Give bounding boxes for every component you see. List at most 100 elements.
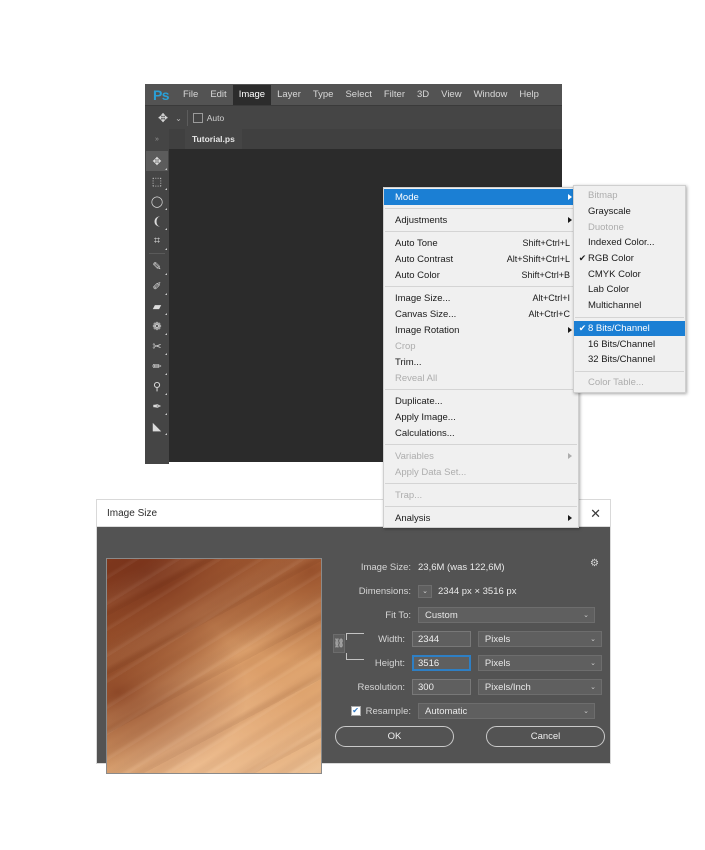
paintbrush-tool[interactable]: ✏ <box>146 356 168 376</box>
menu-item-label: Crop <box>395 340 416 352</box>
fit-to-value: Custom <box>425 609 458 621</box>
resolution-unit-select[interactable]: Pixels/Inch ⌄ <box>477 679 602 695</box>
height-unit-select[interactable]: Pixels ⌄ <box>477 655 602 671</box>
menu-item-mode[interactable]: Mode <box>384 189 578 205</box>
patch-tool-icon: ▰ <box>152 300 162 313</box>
menu-filter[interactable]: Filter <box>378 85 411 105</box>
dialog-body: Image Size: 23,6M (was 122,6M) ⚙ Dimensi… <box>97 527 610 774</box>
width-input[interactable]: 2344 <box>412 631 471 647</box>
menu-item-label: Auto Tone <box>395 237 438 249</box>
auto-select-checkbox[interactable] <box>192 113 203 123</box>
menu-separator <box>385 208 577 209</box>
mode-item-16-bits-channel[interactable]: 16 Bits/Channel <box>574 336 685 352</box>
chevron-right-icon <box>568 327 572 333</box>
cancel-button[interactable]: Cancel <box>486 726 605 747</box>
history-brush-tool[interactable]: ✒ <box>146 396 168 416</box>
brush-tool-group[interactable]: ❁ <box>146 316 168 336</box>
menu-item-trap: Trap... <box>384 487 578 503</box>
lasso-tool[interactable]: ◯ <box>146 191 168 211</box>
menu-item-apply-image[interactable]: Apply Image... <box>384 409 578 425</box>
dialog-buttons: OK Cancel <box>335 726 605 747</box>
menu-item-label: Trim... <box>395 356 422 368</box>
mode-item-indexed-color[interactable]: Indexed Color... <box>574 235 685 251</box>
spot-healing-brush-tool[interactable]: ✐ <box>146 276 168 296</box>
menu-item-trim[interactable]: Trim... <box>384 354 578 370</box>
menu-item-adjustments[interactable]: Adjustments <box>384 212 578 228</box>
menu-item-canvas-size[interactable]: Canvas Size... Alt+Ctrl+C <box>384 306 578 322</box>
fit-to-select[interactable]: Custom ⌄ <box>418 607 595 623</box>
width-unit-select[interactable]: Pixels ⌄ <box>477 631 602 647</box>
menu-item-auto-color[interactable]: Auto Color Shift+Ctrl+B <box>384 267 578 283</box>
panel-collapse-icon[interactable]: » <box>145 129 169 149</box>
menu-separator <box>385 483 577 484</box>
resample-value: Automatic <box>425 705 468 717</box>
shuffle-tool[interactable]: ✂ <box>146 336 168 356</box>
move-tool[interactable]: ✥ <box>146 151 168 171</box>
menu-edit[interactable]: Edit <box>204 85 232 105</box>
rectangular-marquee-tool[interactable]: ⬚ <box>146 171 168 191</box>
height-unit-value: Pixels <box>484 657 511 669</box>
mode-item-32-bits-channel[interactable]: 32 Bits/Channel <box>574 352 685 368</box>
menu-view[interactable]: View <box>435 85 467 105</box>
width-label: Width: <box>378 633 406 645</box>
menu-3d[interactable]: 3D <box>411 85 435 105</box>
menu-item-image-rotation[interactable]: Image Rotation <box>384 322 578 338</box>
dimensions-units-dropdown[interactable]: ⌄ <box>418 584 432 598</box>
menu-select[interactable]: Select <box>339 85 377 105</box>
check-icon: ✔ <box>578 322 587 333</box>
mode-item-cmyk-color[interactable]: CMYK Color <box>574 266 685 282</box>
clone-stamp-tool[interactable]: ⚲ <box>146 376 168 396</box>
eyedropper-tool-icon: ✎ <box>152 260 162 273</box>
close-icon[interactable]: ✕ <box>590 507 601 520</box>
crop-tool[interactable]: ⌗ <box>146 231 168 251</box>
image-size-dialog: Image Size ✕ Image Size: 23,6M (was 122,… <box>96 499 611 774</box>
mode-item-label: 32 Bits/Channel <box>588 354 656 366</box>
menu-type[interactable]: Type <box>307 85 340 105</box>
menu-image[interactable]: Image <box>232 84 272 105</box>
eyedropper-tool[interactable]: ✎ <box>146 256 168 276</box>
mode-item-8-bits-channel[interactable]: ✔ 8 Bits/Channel <box>574 320 685 337</box>
menu-item-auto-contrast[interactable]: Auto Contrast Alt+Shift+Ctrl+L <box>384 251 578 267</box>
menu-file[interactable]: File <box>177 85 204 105</box>
resolution-input[interactable]: 300 <box>412 679 471 695</box>
menu-item-apply-data-set: Apply Data Set... <box>384 464 578 480</box>
menu-item-calculations[interactable]: Calculations... <box>384 425 578 441</box>
quick-selection-tool[interactable]: ❨ <box>146 211 168 231</box>
menu-help[interactable]: Help <box>513 85 545 105</box>
menu-item-image-size[interactable]: Image Size... Alt+Ctrl+I <box>384 290 578 306</box>
menu-layer[interactable]: Layer <box>271 85 307 105</box>
resample-select[interactable]: Automatic ⌄ <box>418 703 595 719</box>
chevron-down-icon: ⌄ <box>590 636 596 643</box>
mode-separator <box>575 316 684 318</box>
mode-item-lab-color[interactable]: Lab Color <box>574 282 685 298</box>
eraser-tool[interactable]: ◣ <box>146 416 168 436</box>
menu-item-shortcut: Alt+Shift+Ctrl+L <box>506 254 570 264</box>
resample-checkbox[interactable]: ✔ <box>350 706 361 716</box>
mode-item-multichannel[interactable]: Multichannel <box>574 298 685 314</box>
menu-item-reveal-all: Reveal All <box>384 370 578 386</box>
image-preview-thumbnail[interactable] <box>106 558 322 774</box>
document-tab-label: Tutorial.ps <box>192 134 235 144</box>
menu-item-shortcut: Shift+Ctrl+L <box>522 238 570 248</box>
gear-icon[interactable]: ⚙ <box>590 559 599 569</box>
document-tab[interactable]: Tutorial.ps <box>185 129 242 149</box>
chevron-down-icon[interactable]: ⌄ <box>175 114 182 123</box>
menu-item-analysis[interactable]: Analysis <box>384 510 578 526</box>
chevron-down-icon: ⌄ <box>583 612 589 619</box>
options-divider <box>186 110 188 126</box>
height-label: Height: <box>374 657 406 669</box>
mode-item-rgb-color[interactable]: ✔ RGB Color <box>574 251 685 267</box>
menu-window[interactable]: Window <box>468 85 514 105</box>
menu-item-auto-tone[interactable]: Auto Tone Shift+Ctrl+L <box>384 235 578 251</box>
menu-separator <box>385 506 577 507</box>
menu-item-label: Variables <box>395 450 434 462</box>
menu-item-duplicate[interactable]: Duplicate... <box>384 393 578 409</box>
patch-tool[interactable]: ▰ <box>146 296 168 316</box>
ok-button[interactable]: OK <box>335 726 454 747</box>
mode-item-label: Indexed Color... <box>588 237 655 249</box>
move-tool-icon[interactable]: ✥ <box>158 111 168 125</box>
height-input[interactable]: 3516 <box>412 655 471 671</box>
mode-item-color-table: Color Table... <box>574 375 685 391</box>
quick-selection-tool-icon: ❨ <box>152 215 162 228</box>
mode-item-grayscale[interactable]: Grayscale <box>574 204 685 220</box>
